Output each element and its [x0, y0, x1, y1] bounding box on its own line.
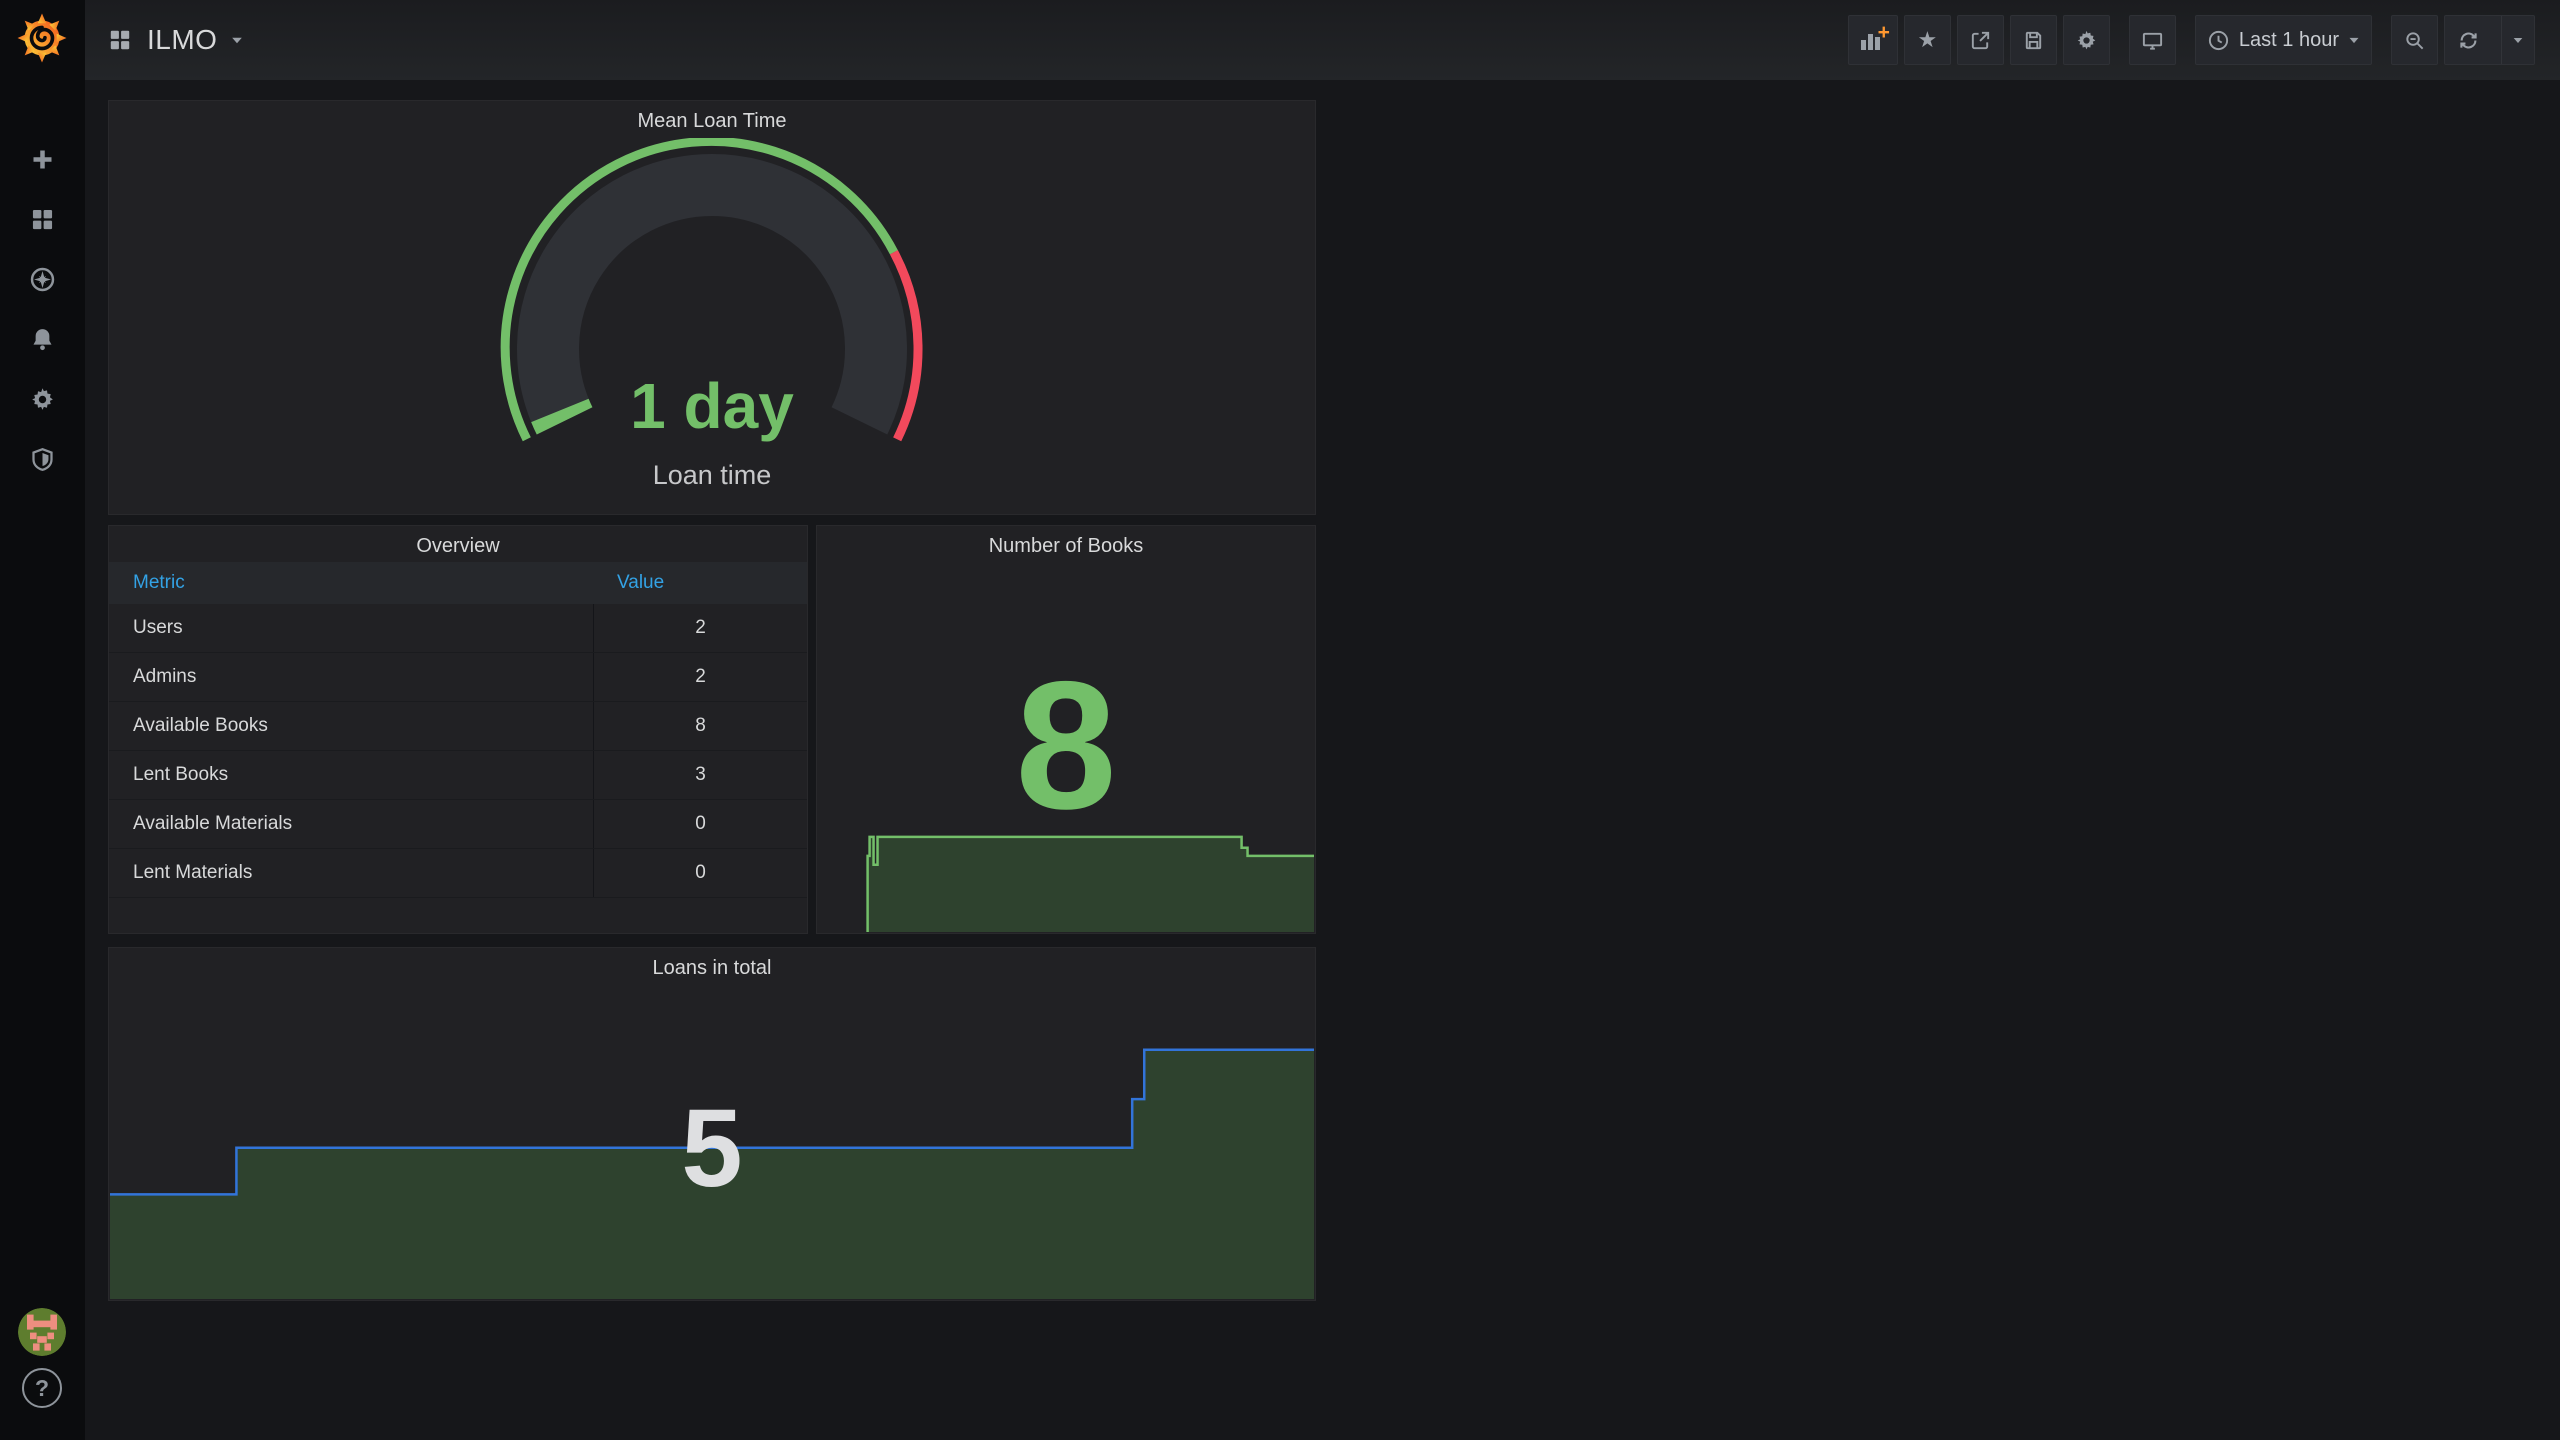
- time-range-label: Last 1 hour: [2238, 28, 2339, 51]
- breadcrumb[interactable]: ILMO: [107, 24, 243, 56]
- metric-cell: Lent Materials: [133, 862, 253, 883]
- panel-title[interactable]: Mean Loan Time: [109, 101, 1315, 137]
- grafana-logo[interactable]: [14, 10, 70, 66]
- star-button[interactable]: ★: [1903, 15, 1951, 65]
- save-button[interactable]: [2009, 15, 2057, 65]
- share-button[interactable]: [1956, 15, 2004, 65]
- top-navbar: ILMO + ★ Last 1 hour: [85, 0, 2560, 80]
- gauge-value: 1 day: [630, 370, 794, 442]
- user-avatar[interactable]: [18, 1308, 66, 1356]
- refresh-icon: [2460, 32, 2477, 48]
- metric-cell: Available Books: [133, 715, 268, 736]
- gear-icon: [2077, 30, 2096, 49]
- add-panel-button[interactable]: +: [1847, 15, 1898, 65]
- clock-icon: [2208, 30, 2229, 50]
- panel-mean-loan-time: Mean Loan Time 1 day Loan time: [108, 100, 1316, 515]
- table-row: Available Materials 0: [109, 800, 807, 849]
- refresh-button[interactable]: [2445, 16, 2492, 64]
- table-row: Lent Books 3: [109, 751, 807, 800]
- panel-number-of-books: Number of Books 8: [816, 525, 1316, 934]
- loans-total-value: 5: [681, 1087, 743, 1210]
- share-icon: [1971, 31, 1990, 49]
- table-header: Metric Value: [109, 562, 807, 604]
- dashboards-grid-icon[interactable]: [0, 200, 85, 238]
- caret-down-icon: [2513, 37, 2523, 43]
- value-cell: 8: [593, 702, 807, 750]
- help-question-icon[interactable]: ?: [22, 1368, 62, 1408]
- time-range-picker[interactable]: Last 1 hour: [2194, 15, 2372, 65]
- value-cell: 0: [593, 849, 807, 897]
- table-body: Users 2 Admins 2 Available Books 8 Lent …: [109, 604, 807, 898]
- dashboard-grid-icon: [110, 30, 130, 50]
- panel-loans-in-total: Loans in total 5: [108, 947, 1316, 1301]
- zoom-out-icon: [2406, 31, 2424, 49]
- tv-icon: [2142, 32, 2163, 50]
- save-icon: [2025, 31, 2042, 49]
- caret-down-icon: [232, 37, 243, 43]
- metric-cell: Users: [133, 617, 183, 638]
- table-row: Lent Materials 0: [109, 849, 807, 898]
- column-header-metric[interactable]: Metric: [109, 572, 593, 594]
- add-panel-icon: +: [1860, 22, 1890, 52]
- column-header-value[interactable]: Value: [593, 572, 807, 594]
- dashboard-title[interactable]: ILMO: [147, 24, 217, 56]
- refresh-interval-dropdown[interactable]: [2501, 16, 2534, 64]
- panel-title[interactable]: Overview: [109, 526, 807, 562]
- explore-compass-icon[interactable]: [0, 260, 85, 298]
- panel-overview-table: Overview Metric Value Users 2 Admins 2 A…: [108, 525, 808, 934]
- metric-cell: Lent Books: [133, 764, 229, 785]
- refresh-button-group: [2444, 15, 2535, 65]
- value-cell: 2: [593, 653, 807, 701]
- table-row: Available Books 8: [109, 702, 807, 751]
- loan-time-gauge: [500, 138, 923, 442]
- create-plus-icon[interactable]: [0, 140, 85, 178]
- server-admin-shield-icon[interactable]: [0, 440, 85, 478]
- gauge-field-label: Loan time: [652, 460, 772, 490]
- sidebar: ?: [0, 0, 85, 1440]
- metric-cell: Admins: [133, 666, 197, 687]
- value-cell: 2: [593, 604, 807, 652]
- caret-down-icon: [2349, 37, 2359, 43]
- books-count-value: 8: [1015, 643, 1117, 847]
- cycle-view-button[interactable]: [2128, 15, 2176, 65]
- star-icon: ★: [1917, 27, 1938, 52]
- table-row: Admins 2: [109, 653, 807, 702]
- table-row: Users 2: [109, 604, 807, 653]
- value-cell: 3: [593, 751, 807, 799]
- zoom-out-button[interactable]: [2391, 15, 2438, 65]
- settings-gear-icon[interactable]: [0, 380, 85, 418]
- metric-cell: Available Materials: [133, 813, 293, 834]
- dashboard-settings-button[interactable]: [2062, 15, 2110, 65]
- value-cell: 0: [593, 800, 807, 848]
- toolbar: + ★ Last 1 hour: [1847, 15, 2535, 65]
- sidebar-menu: [0, 140, 85, 478]
- alerting-bell-icon[interactable]: [0, 320, 85, 358]
